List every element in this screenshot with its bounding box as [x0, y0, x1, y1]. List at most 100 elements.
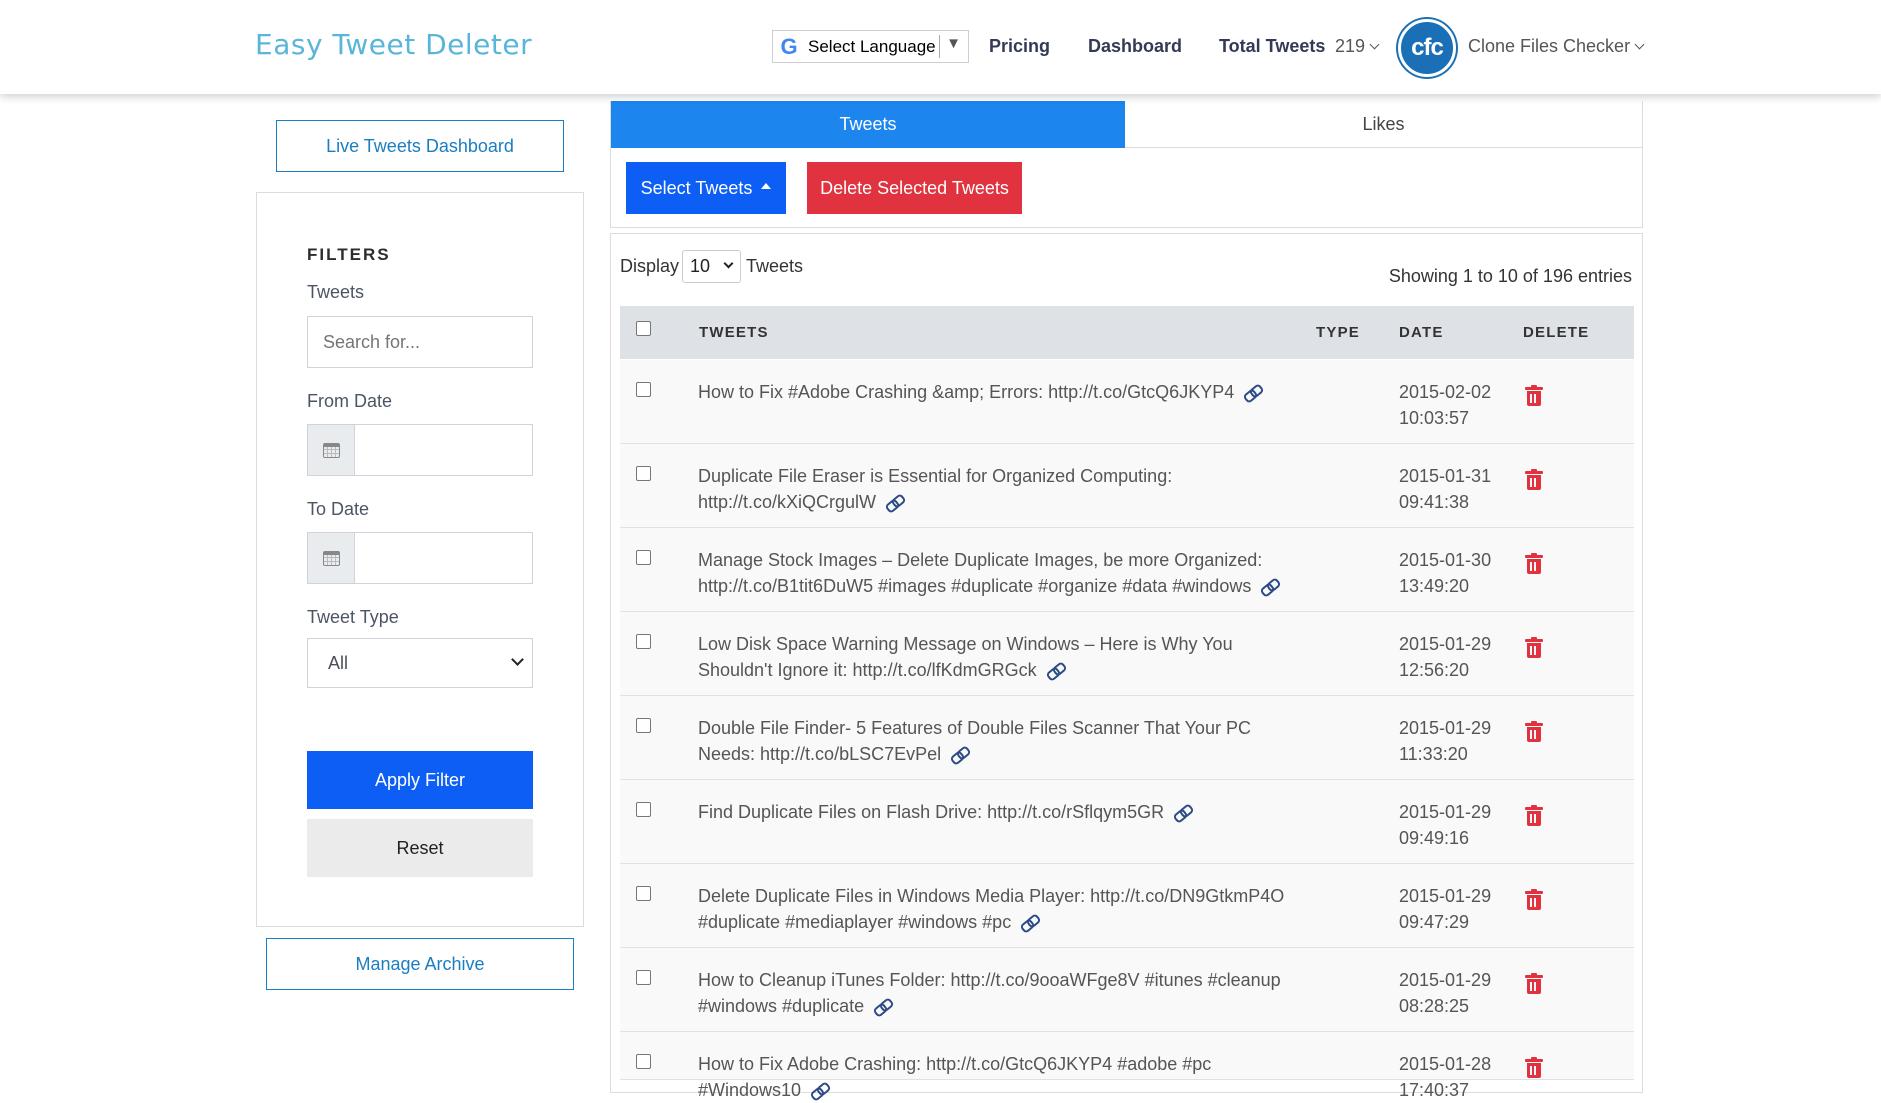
nav-dashboard-link[interactable]: Dashboard — [1088, 36, 1182, 57]
nav-pricing-link[interactable]: Pricing — [989, 36, 1050, 57]
tweet-text-content: How to Fix #Adobe Crashing &amp; Errors:… — [698, 382, 1235, 402]
from-date-field[interactable] — [307, 424, 533, 476]
tweet-date: 2015-01-29 08:28:25 — [1399, 967, 1491, 1019]
from-date-addon[interactable] — [308, 425, 355, 475]
row-checkbox[interactable] — [636, 1054, 651, 1069]
column-header-type[interactable]: TYPE — [1316, 324, 1360, 341]
display-suffix: Tweets — [746, 256, 804, 276]
to-date-label: To Date — [307, 499, 370, 519]
tweet-text: Low Disk Space Warning Message on Window… — [698, 631, 1288, 683]
caret-up-icon — [761, 183, 772, 189]
select-tweets-button[interactable]: Select Tweets — [626, 162, 786, 214]
trash-icon[interactable] — [1525, 385, 1543, 407]
tweet-text-content: Delete Duplicate Files in Windows Media … — [698, 886, 1285, 932]
tweet-date: 2015-01-31 09:41:38 — [1399, 463, 1491, 515]
tab-tweets[interactable]: Tweets — [611, 101, 1125, 148]
tweet-date: 2015-01-30 13:49:20 — [1399, 547, 1491, 599]
column-header-delete: DELETE — [1523, 324, 1590, 341]
link-icon[interactable] — [1261, 581, 1277, 593]
tweet-text-content: How to Fix Adobe Crashing: http://t.co/G… — [698, 1054, 1212, 1100]
row-checkbox[interactable] — [636, 466, 651, 481]
trash-icon[interactable] — [1525, 637, 1543, 659]
link-icon[interactable] — [874, 1001, 890, 1013]
table-row: Find Duplicate Files on Flash Drive: htt… — [620, 780, 1634, 864]
total-tweets-label[interactable]: Total Tweets — [1219, 36, 1325, 57]
table-row: How to Fix #Adobe Crashing &amp; Errors:… — [620, 360, 1634, 444]
row-checkbox[interactable] — [636, 718, 651, 733]
apply-filter-button[interactable]: Apply Filter — [307, 751, 533, 809]
table-row: Low Disk Space Warning Message on Window… — [620, 612, 1634, 696]
row-checkbox[interactable] — [636, 802, 651, 817]
tab-likes[interactable]: Likes — [1125, 101, 1642, 148]
row-checkbox[interactable] — [636, 550, 651, 565]
column-header-tweets[interactable]: TWEETS — [699, 324, 769, 341]
tweet-date-time: 08:28:25 — [1399, 996, 1470, 1016]
link-icon[interactable] — [1021, 917, 1037, 929]
tweet-date-time: 11:33:20 — [1399, 744, 1468, 764]
tweet-text: How to Fix Adobe Crashing: http://t.co/G… — [698, 1051, 1288, 1103]
table-row: Manage Stock Images – Delete Duplicate I… — [620, 528, 1634, 612]
live-tweets-dashboard-button[interactable]: Live Tweets Dashboard — [276, 120, 564, 172]
manage-archive-button[interactable]: Manage Archive — [266, 938, 574, 990]
delete-selected-button[interactable]: Delete Selected Tweets — [807, 162, 1022, 214]
total-tweets-dropdown[interactable]: 219 — [1335, 36, 1380, 57]
tweet-text: Find Duplicate Files on Flash Drive: htt… — [698, 799, 1288, 825]
tweet-date-day: 2015-01-31 — [1399, 466, 1492, 486]
tweet-text: Delete Duplicate Files in Windows Media … — [698, 883, 1288, 935]
row-checkbox[interactable] — [636, 970, 651, 985]
tweet-date-day: 2015-01-29 — [1399, 970, 1492, 990]
language-select[interactable]: G Select Language ▼ — [772, 30, 969, 63]
tweet-type-label: Tweet Type — [307, 607, 399, 627]
to-date-field[interactable] — [307, 532, 533, 584]
tweet-text: How to Fix #Adobe Crashing &amp; Errors:… — [698, 379, 1288, 405]
page-size-select[interactable]: 10 — [682, 250, 741, 283]
row-checkbox[interactable] — [636, 382, 651, 397]
link-icon[interactable] — [1047, 665, 1063, 677]
display-label: Display — [620, 256, 680, 276]
row-checkbox[interactable] — [636, 634, 651, 649]
from-date-input[interactable] — [355, 425, 532, 475]
to-date-input[interactable] — [355, 533, 532, 583]
link-icon[interactable] — [811, 1085, 827, 1097]
user-avatar[interactable]: cfc — [1398, 19, 1456, 77]
reset-button[interactable]: Reset — [307, 819, 533, 877]
tweet-date: 2015-02-02 10:03:57 — [1399, 379, 1491, 431]
trash-icon[interactable] — [1525, 1057, 1543, 1079]
to-date-addon[interactable] — [308, 533, 355, 583]
tweet-date-time: 12:56:20 — [1399, 660, 1470, 680]
tweet-date: 2015-01-29 09:47:29 — [1399, 883, 1491, 935]
link-icon[interactable] — [951, 749, 967, 761]
column-header-date[interactable]: DATE — [1399, 324, 1444, 341]
trash-icon[interactable] — [1525, 889, 1543, 911]
row-checkbox[interactable] — [636, 886, 651, 901]
tweet-date-time: 10:03:57 — [1399, 408, 1470, 428]
link-icon[interactable] — [1244, 387, 1260, 399]
tweet-date: 2015-01-29 09:49:16 — [1399, 799, 1491, 851]
dropdown-arrow-icon: ▼ — [946, 35, 961, 52]
tweet-date-time: 17:40:37 — [1399, 1080, 1470, 1100]
tweet-text-content: Duplicate File Eraser is Essential for O… — [698, 466, 1173, 512]
table-row: How to Cleanup iTunes Folder: http://t.c… — [620, 948, 1634, 1032]
tweet-date-time: 13:49:20 — [1399, 576, 1470, 596]
select-all-checkbox[interactable] — [636, 321, 651, 336]
chevron-down-icon — [511, 653, 524, 666]
user-menu[interactable]: Clone Files Checker — [1468, 36, 1645, 57]
link-icon[interactable] — [1174, 807, 1190, 819]
trash-icon[interactable] — [1525, 805, 1543, 827]
trash-icon[interactable] — [1525, 469, 1543, 491]
app-logo[interactable]: Easy Tweet Deleter — [255, 28, 532, 61]
user-name: Clone Files Checker — [1468, 36, 1631, 56]
google-icon: G — [780, 33, 798, 59]
link-icon[interactable] — [886, 497, 902, 509]
select-tweets-label: Select Tweets — [640, 177, 753, 198]
table-row: Delete Duplicate Files in Windows Media … — [620, 864, 1634, 948]
tweet-type-select[interactable]: All — [307, 638, 533, 688]
tweet-text-content: Double File Finder- 5 Features of Double… — [698, 718, 1251, 764]
search-input[interactable]: Search for... — [307, 316, 533, 368]
trash-icon[interactable] — [1525, 553, 1543, 575]
trash-icon[interactable] — [1525, 973, 1543, 995]
tweet-type-value: All — [328, 652, 349, 673]
trash-icon[interactable] — [1525, 721, 1543, 743]
tweet-date: 2015-01-29 12:56:20 — [1399, 631, 1491, 683]
tweets-filter-label: Tweets — [307, 282, 365, 302]
